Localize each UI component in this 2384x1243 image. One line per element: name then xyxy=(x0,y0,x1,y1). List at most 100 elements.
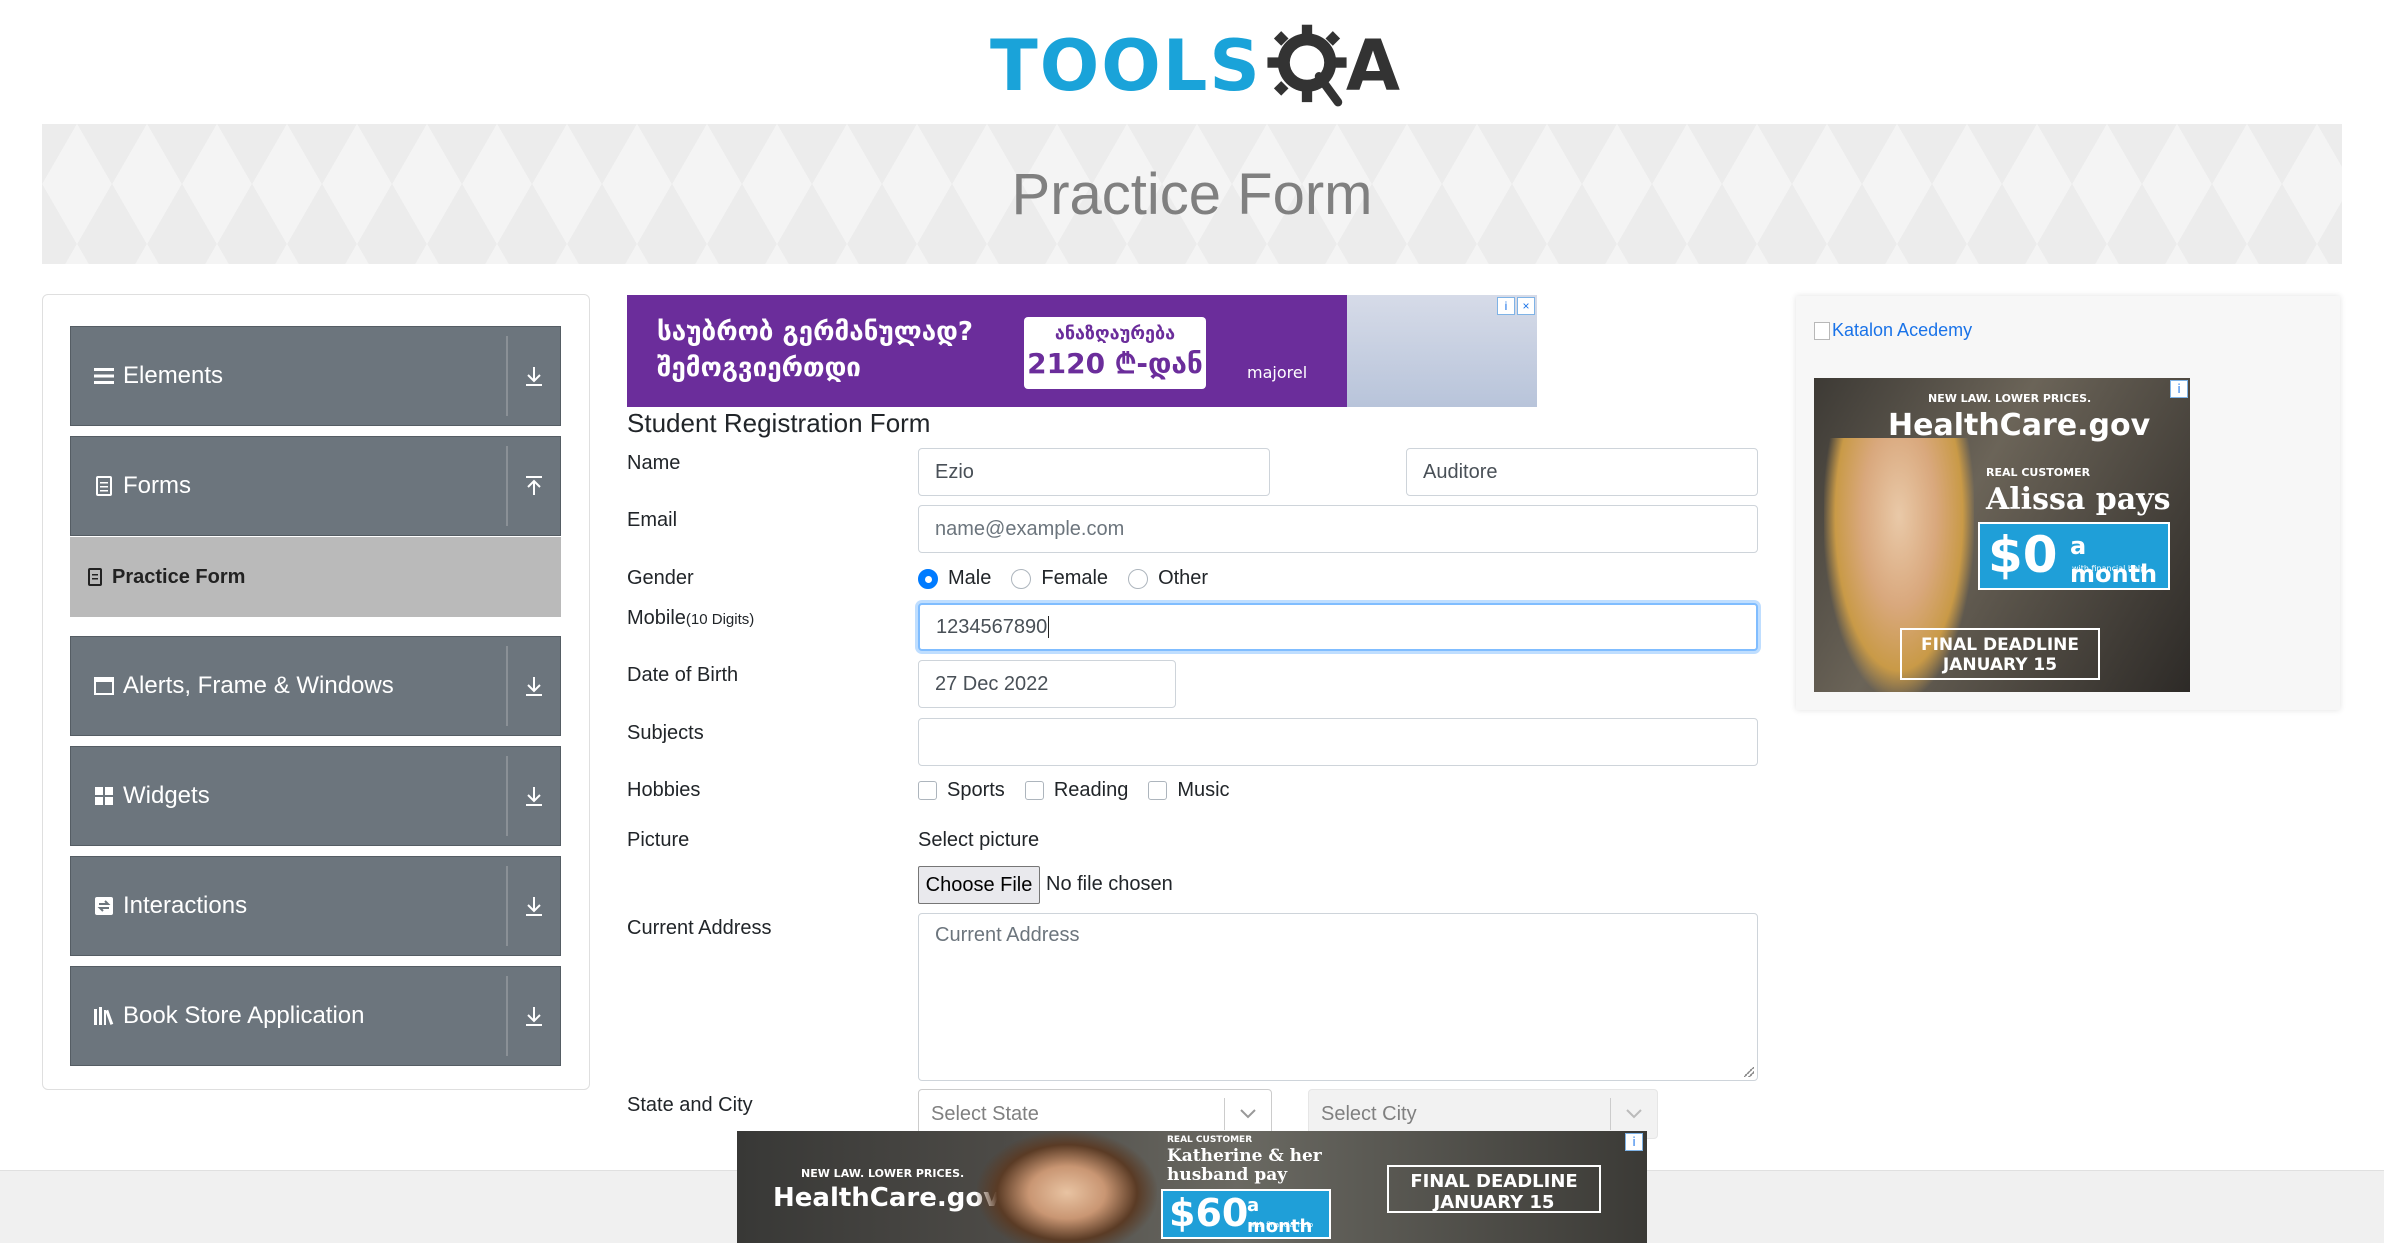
nav-group-widgets[interactable]: Widgets xyxy=(70,746,561,846)
gender-option-other[interactable]: Other xyxy=(1128,567,1208,590)
sidebar-item-label: Practice Form xyxy=(112,565,246,588)
toolsqa-logo[interactable]: TOOLS A xyxy=(990,18,1400,114)
ad-brand: HealthCare.gov xyxy=(1888,408,2151,443)
ad-photo xyxy=(977,1131,1157,1243)
healthcare-ad[interactable]: NEW LAW. LOWER PRICES. HealthCare.gov RE… xyxy=(1814,378,2190,692)
ad-info-icon[interactable]: i xyxy=(1497,297,1515,315)
select-placeholder: Select City xyxy=(1321,1102,1417,1125)
ad-fine-print: with financial help xyxy=(1249,1221,1314,1229)
page-title: Practice Form xyxy=(1011,161,1373,227)
logo-text-a: A xyxy=(1345,25,1400,107)
nav-group-forms[interactable]: Forms xyxy=(70,436,561,536)
ad-deadline-box: FINAL DEADLINE JANUARY 15 xyxy=(1387,1165,1601,1213)
ad-price-box: ანაზღაურება 2120 ₾-დან xyxy=(1024,317,1206,389)
checkbox[interactable] xyxy=(1024,781,1044,800)
expand-arrow-icon[interactable] xyxy=(508,327,560,425)
chevron-down-icon[interactable] xyxy=(1611,1108,1657,1120)
email-input[interactable]: name@example.com xyxy=(918,505,1758,553)
mobile-value: 1234567890 xyxy=(936,615,1048,638)
hobby-option-sports[interactable]: Sports xyxy=(918,779,1005,802)
ad-close-icon[interactable]: × xyxy=(1517,297,1535,315)
katalon-academy-link[interactable]: Katalon Acedemy xyxy=(1814,320,1972,341)
ad-text: REAL CUSTOMER xyxy=(1167,1135,1253,1145)
nav-group-label: Elements xyxy=(123,362,224,389)
left-nav-panel: Elements Forms Practice Form Alerts, Fra… xyxy=(42,294,590,1090)
advertisement-banner-top[interactable]: საუბრობ გერმანულად? შემოგვიერთდი ანაზღაუ… xyxy=(627,295,1537,407)
logo-text-tools: TOOLS xyxy=(990,25,1262,107)
ad-text: საუბრობ გერმანულად? xyxy=(657,317,973,347)
ad-text: FINAL DEADLINE xyxy=(1410,1171,1578,1192)
state-city-label: State and City xyxy=(627,1094,753,1116)
nav-group-label: Forms xyxy=(123,472,191,499)
nav-group-interactions[interactable]: Interactions xyxy=(70,856,561,956)
select-placeholder: Select State xyxy=(931,1102,1039,1125)
ad-info-icon[interactable]: i xyxy=(2170,380,2188,398)
first-name-input[interactable]: Ezio xyxy=(918,448,1270,496)
text-cursor xyxy=(1048,616,1050,638)
ad-text: NEW LAW. LOWER PRICES. xyxy=(1928,392,2092,405)
ad-price: $60 xyxy=(1169,1191,1249,1235)
ad-price: 2120 ₾-დან xyxy=(1027,347,1203,380)
radio-button-checked[interactable] xyxy=(918,568,938,589)
expand-arrow-icon[interactable] xyxy=(508,747,560,845)
checkbox[interactable] xyxy=(918,781,937,800)
ad-headline: Alissa pays xyxy=(1986,482,2171,517)
ad-brand: majorel xyxy=(1247,363,1308,382)
nav-group-elements[interactable]: Elements xyxy=(70,326,561,426)
radio-button[interactable] xyxy=(1011,568,1032,589)
ad-info-icon[interactable]: i xyxy=(1625,1133,1643,1151)
radio-label[interactable]: Other xyxy=(1158,567,1208,590)
nav-group-alerts-frame-windows[interactable]: Alerts, Frame & Windows xyxy=(70,636,561,736)
ad-text: JANUARY 15 xyxy=(1433,1192,1555,1213)
expand-arrow-icon[interactable] xyxy=(508,857,560,955)
radio-label[interactable]: Male xyxy=(948,567,991,590)
gear-magnifier-icon xyxy=(1267,24,1347,107)
chevron-down-icon[interactable] xyxy=(1225,1108,1271,1120)
choose-file-button[interactable]: Choose File xyxy=(918,866,1040,904)
select-picture-label: Select picture xyxy=(918,829,1040,851)
ad-brand: HealthCare.gov xyxy=(773,1183,1001,1213)
file-status: No file chosen xyxy=(1046,873,1173,895)
mobile-label: Mobile(10 Digits) xyxy=(627,607,754,630)
gender-option-female[interactable]: Female xyxy=(1011,567,1108,590)
ad-fine-print: with financial help xyxy=(2072,564,2146,573)
checkbox-label[interactable]: Sports xyxy=(947,779,1005,802)
last-name-input[interactable]: Auditore xyxy=(1406,448,1758,496)
radio-button[interactable] xyxy=(1128,568,1149,589)
expand-arrow-icon[interactable] xyxy=(508,967,560,1065)
nav-group-book-store[interactable]: Book Store Application xyxy=(70,966,561,1066)
right-ad-panel: Katalon Acedemy NEW LAW. LOWER PRICES. H… xyxy=(1796,296,2340,710)
healthcare-ad-bottom[interactable]: NEW LAW. LOWER PRICES. HealthCare.gov RE… xyxy=(737,1131,1647,1243)
mobile-hint: (10 Digits) xyxy=(685,611,755,628)
hobbies-label: Hobbies xyxy=(627,779,701,801)
ad-text: JANUARY 15 xyxy=(1942,655,2058,675)
date-of-birth-input[interactable]: 27 Dec 2022 xyxy=(918,660,1176,708)
ad-text: ანაზღაურება xyxy=(1054,323,1176,344)
nav-group-label: Interactions xyxy=(123,892,248,919)
expand-arrow-icon[interactable] xyxy=(508,637,560,735)
link-text[interactable]: Katalon Acedemy xyxy=(1832,320,1972,341)
gender-radio-group: Male Female Other xyxy=(918,567,1228,590)
ad-price-box: $60 a month with financial help xyxy=(1161,1189,1331,1239)
current-address-textarea[interactable]: Current Address xyxy=(918,913,1758,1081)
subjects-input[interactable] xyxy=(918,718,1758,766)
document-icon xyxy=(88,568,102,586)
hobby-option-music[interactable]: Music xyxy=(1148,779,1230,802)
sidebar-item-practice-form[interactable]: Practice Form xyxy=(70,537,561,617)
checkbox-label[interactable]: Reading xyxy=(1054,779,1129,802)
ad-headline: Katherine & her husband pay xyxy=(1167,1146,1322,1185)
grid-icon xyxy=(93,785,115,807)
resize-handle[interactable] xyxy=(1744,1067,1754,1077)
gender-label: Gender xyxy=(627,567,694,589)
picture-label: Picture xyxy=(627,829,690,851)
checkbox-label[interactable]: Music xyxy=(1177,779,1229,802)
hamburger-icon xyxy=(93,365,115,387)
broken-image-icon xyxy=(1814,321,1830,340)
mobile-input[interactable]: 1234567890 xyxy=(918,603,1758,651)
hobby-option-reading[interactable]: Reading xyxy=(1024,779,1129,802)
collapse-arrow-icon[interactable] xyxy=(508,437,560,535)
window-icon xyxy=(93,675,115,697)
radio-label[interactable]: Female xyxy=(1041,567,1108,590)
checkbox[interactable] xyxy=(1148,781,1168,800)
gender-option-male[interactable]: Male xyxy=(918,567,991,590)
